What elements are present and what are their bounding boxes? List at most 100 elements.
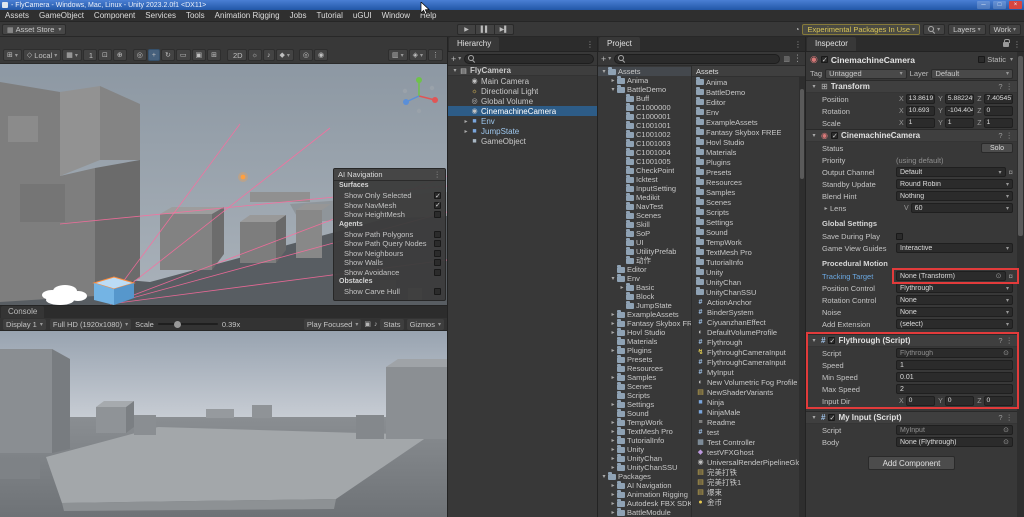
add-extension-dropdown[interactable]: (select) ▾ [896, 319, 1013, 329]
project-folder-ui[interactable]: UI [598, 237, 691, 247]
menu-tutorial[interactable]: Tutorial [312, 11, 348, 20]
asset-flythroughcamerainput[interactable]: # FlythroughCameraInput [692, 357, 805, 367]
position-y-field[interactable]: 5.882249 [944, 94, 975, 104]
asset-env[interactable]: Env [692, 107, 805, 117]
help-icon[interactable]: ? [998, 131, 1002, 140]
overlay-option-show-only-selected[interactable]: Show Only Selected [334, 191, 445, 201]
asset-plugins[interactable]: Plugins [692, 157, 805, 167]
foldout-icon[interactable]: ▸ [609, 311, 617, 318]
overlay-option-show-heightmesh[interactable]: Show HeightMesh [334, 210, 445, 220]
standby-update-dropdown[interactable]: Round Robin ▾ [896, 179, 1013, 189]
foldout-icon[interactable]: ▸ [609, 428, 617, 435]
gizmos-menu[interactable]: ◈ ▾ [408, 49, 427, 61]
layout-dropdown[interactable]: Work ▾ [988, 24, 1021, 35]
foldout-icon[interactable]: ▾ [609, 275, 617, 282]
overlay-option-show-carve-hull[interactable]: Show Carve Hull [334, 287, 445, 297]
asset-flythrough[interactable]: # Flythrough [692, 337, 805, 347]
more-icon[interactable]: ⋮ [1006, 131, 1014, 140]
object-picker-icon[interactable]: ⊙ [1003, 426, 1009, 434]
scene-axis-gizmo[interactable] [397, 74, 441, 118]
project-folder-basic[interactable]: ▸ Basic [598, 282, 691, 292]
asset-tutorialinfo[interactable]: TutorialInfo [692, 257, 805, 267]
rotation-control-dropdown[interactable]: None ▾ [896, 295, 1013, 305]
game-viewport[interactable] [0, 331, 447, 517]
min-speed-field[interactable]: 0.01 [896, 372, 1013, 382]
project-folder-ai-navigation[interactable]: ▸ AI Navigation [598, 480, 691, 490]
more-icon[interactable]: ⋮ [586, 40, 594, 49]
maximize-button[interactable]: □ [993, 1, 1006, 9]
notification-icon[interactable]: ◔ [795, 25, 800, 34]
asset-unitychan[interactable]: UnityChan [692, 277, 805, 287]
asset-unity[interactable]: Unity [692, 267, 805, 277]
tool-settings[interactable]: ⊞ ▾ [3, 49, 22, 61]
more-icon[interactable]: ⋮ [1006, 336, 1014, 345]
asset-testvfxghost[interactable]: ◆ testVFXGhost [692, 447, 805, 457]
asset-exampleassets[interactable]: ExampleAssets [692, 117, 805, 127]
tab-project[interactable]: Project [599, 37, 640, 51]
project-folder-settings[interactable]: ▸ Settings [598, 399, 691, 409]
scrollbar-thumb[interactable] [800, 89, 804, 179]
close-button[interactable]: × [1009, 1, 1022, 9]
project-folder-c1000001[interactable]: C1000001 [598, 111, 691, 121]
checkbox[interactable] [434, 230, 441, 238]
object-picker-icon[interactable]: ⊙ [1003, 349, 1009, 357]
project-folder-materials[interactable]: Materials [598, 336, 691, 346]
asset-defaultvolumeprofile[interactable]: ◐ DefaultVolumeProfile [692, 327, 805, 337]
asset-anima[interactable]: Anima [692, 77, 805, 87]
project-folder-buff[interactable]: Buff [598, 93, 691, 103]
menu-help[interactable]: Help [415, 11, 441, 20]
menu-animation-rigging[interactable]: Animation Rigging [210, 11, 285, 20]
game-view-guides-dropdown[interactable]: Interactive ▾ [896, 243, 1013, 253]
asset-resources[interactable]: Resources [692, 177, 805, 187]
camera-settings[interactable]: ◉ [314, 49, 329, 61]
menu-gameobject[interactable]: GameObject [34, 11, 89, 20]
hierarchy-item-flycamera[interactable]: ▾ ▤ FlyCamera [448, 66, 597, 76]
scale-tool[interactable]: ▭ [175, 49, 191, 61]
project-folder-fantasy-skybox-free[interactable]: ▸ Fantasy Skybox FREE [598, 318, 691, 328]
cinemachine-component-header[interactable]: ▾ ◉ CinemachineCamera ? ⋮ [806, 129, 1017, 142]
blend-hint-dropdown[interactable]: Nothing ▾ [896, 191, 1013, 201]
scale-y-field[interactable]: 1 [944, 118, 975, 128]
create-object-button[interactable]: + ▾ [451, 54, 461, 64]
grid-visibility[interactable]: ▦ ▾ [62, 49, 82, 61]
project-folder-unitychanssu[interactable]: ▸ UnityChanSSU [598, 462, 691, 472]
layers-dropdown[interactable]: Layers ▾ [948, 24, 986, 35]
asset-bindersystem[interactable]: # BinderSystem [692, 307, 805, 317]
speed-field[interactable]: 1 [896, 360, 1013, 370]
asset-settings[interactable]: Settings [692, 217, 805, 227]
maximize-on-play-icon[interactable]: ▣ [364, 320, 371, 328]
step-button[interactable]: ▶▌ [495, 24, 514, 35]
asset-editor[interactable]: Editor [692, 97, 805, 107]
foldout-icon[interactable]: ▾ [600, 68, 608, 75]
asset-金币[interactable]: ● 金币 [692, 497, 805, 507]
hidden-assets-icon[interactable]: ▥ [783, 55, 790, 63]
project-folder-block[interactable]: Block [598, 291, 691, 301]
project-folder-动作[interactable]: 动作 [598, 255, 691, 265]
asset-test[interactable]: # test [692, 427, 805, 437]
checkbox[interactable] [434, 268, 441, 276]
project-folder-presets[interactable]: Presets [598, 354, 691, 364]
project-folder-skill[interactable]: Skill [598, 219, 691, 229]
asset-ninja[interactable]: ■ Ninja [692, 397, 805, 407]
component-enabled-checkbox[interactable] [830, 132, 838, 140]
asset-hovl-studio[interactable]: Hovl Studio [692, 137, 805, 147]
input-dir-x-field[interactable]: 0 [905, 396, 936, 406]
project-folder-assets[interactable]: ▾ Assets [598, 66, 691, 76]
tracking-target-field[interactable]: None (Transform) ⊙ [896, 271, 1006, 281]
input-dir-z-field[interactable]: 0 [983, 396, 1013, 406]
view-tool[interactable]: ◎ [132, 49, 147, 61]
foldout-icon[interactable]: ▸ [609, 401, 617, 408]
checkbox[interactable] [434, 201, 441, 209]
more-icon[interactable]: ⋮ [434, 170, 442, 179]
asset-scenes[interactable]: Scenes [692, 197, 805, 207]
overlay-header[interactable]: AI Navigation ⋮ [334, 169, 445, 181]
foldout-icon[interactable]: ▾ [810, 414, 818, 421]
menu-window[interactable]: Window [377, 11, 415, 20]
project-folder-jumpstate[interactable]: JumpState [598, 300, 691, 310]
rotation-y-field[interactable]: -104.404 [944, 106, 975, 116]
project-folder-plugins[interactable]: ▸ Plugins [598, 345, 691, 355]
menu-services[interactable]: Services [140, 11, 181, 20]
static-checkbox[interactable] [978, 56, 986, 63]
grid-snap[interactable]: ⊡ [98, 49, 112, 61]
foldout-icon[interactable]: ▾ [810, 132, 818, 139]
